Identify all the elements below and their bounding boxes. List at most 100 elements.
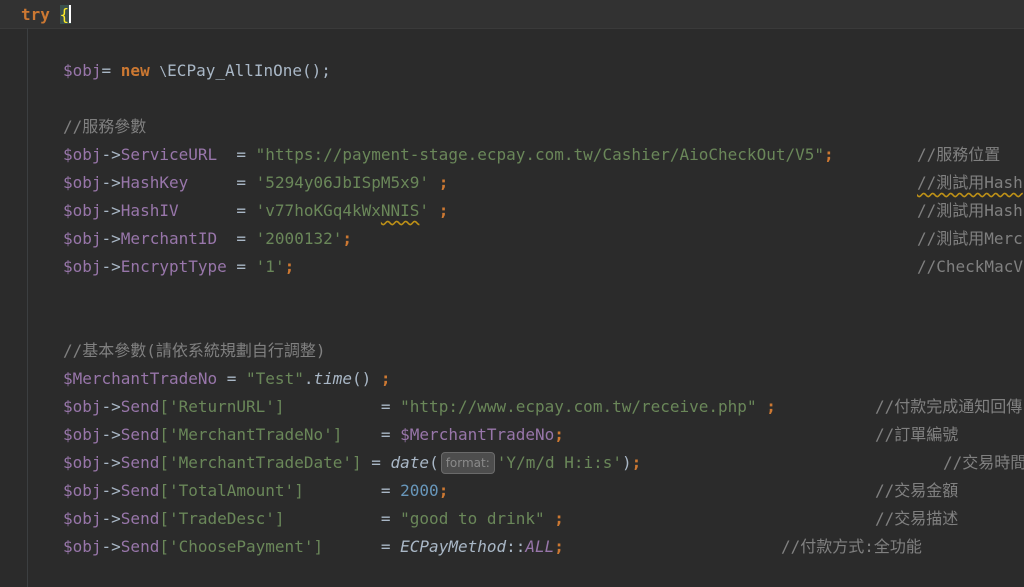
obj-variable: $obj <box>63 257 102 276</box>
semicolon: ; <box>756 397 776 416</box>
class-name: ECPayMethod <box>400 537 507 556</box>
code-editor[interactable]: try { $obj= new \ECPay_AllInOne(); //服務參… <box>0 0 1024 587</box>
comment-hash-key: //測試用Hash <box>917 173 1023 192</box>
obj-variable: $obj <box>63 453 102 472</box>
code-line-send-merchant-trade-no[interactable]: $obj->Send['MerchantTradeNo'] = $Merchan… <box>63 421 564 449</box>
code-line-encrypt-type[interactable]: $obj->EncryptType = '1'; <box>63 253 294 281</box>
code-line-send-trade-desc[interactable]: $obj->Send['TradeDesc'] = "good to drink… <box>63 505 564 533</box>
call-parens: (); <box>302 61 331 80</box>
code-line-trade-no[interactable]: $MerchantTradeNo = "Test".time() ; <box>63 365 391 393</box>
obj-variable: $obj <box>63 145 102 164</box>
arrow-op: -> <box>101 145 121 164</box>
code-line-send-total-amount[interactable]: $obj->Send['TotalAmount'] = 2000; <box>63 477 448 505</box>
array-key: ['TotalAmount'] <box>159 481 304 500</box>
arrow-op: -> <box>101 453 121 472</box>
property-name: HashKey <box>120 173 189 192</box>
obj-variable: $obj <box>63 229 102 248</box>
semicolon: ; <box>631 453 642 472</box>
comment-basic-params: //基本參數(請依系統規劃自行調整) <box>63 341 326 360</box>
code-line-send-choose-payment[interactable]: $obj->Send['ChoosePayment'] = ECPayMetho… <box>63 533 564 561</box>
code-line-send-trade-date[interactable]: $obj->Send['MerchantTradeDate'] = date(f… <box>63 449 641 477</box>
property-name: HashIV <box>120 201 179 220</box>
semicolon: ; <box>554 425 564 444</box>
code-line-send-return-url[interactable]: $obj->Send['ReturnURL'] = "http://www.ec… <box>63 393 776 421</box>
semicolon: ; <box>284 257 295 276</box>
code-line-obj-new[interactable]: $obj= new \ECPay_AllInOne(); <box>63 57 331 85</box>
namespace-backslash-icon: \ <box>159 65 168 80</box>
assign-op: = <box>226 257 256 276</box>
code-line-service-url[interactable]: $obj->ServiceURL = "https://payment-stag… <box>63 141 834 169</box>
comment-encrypt-type: //CheckMacV <box>917 257 1023 276</box>
semicolon: ; <box>429 201 449 220</box>
obj-variable: $obj <box>63 537 102 556</box>
arrow-op: -> <box>101 397 121 416</box>
comment-hash-iv: //測試用Hash <box>917 201 1023 220</box>
open-paren: ( <box>429 453 439 472</box>
function-name: time <box>313 369 352 388</box>
send-property: Send <box>120 481 160 500</box>
code-line-merchant-id[interactable]: $obj->MerchantID = '2000132'; <box>63 225 352 253</box>
call-parens: () <box>352 369 381 388</box>
string-value: "https://payment-stage.ecpay.com.tw/Cash… <box>255 145 824 164</box>
code-line-hash-iv[interactable]: $obj->HashIV = 'v77hoKGq4kWxNNIS' ; <box>63 197 448 225</box>
obj-variable: $obj <box>63 509 102 528</box>
arrow-op: -> <box>101 425 121 444</box>
string-value-part: ' <box>419 201 430 220</box>
trade-no-variable: $MerchantTradeNo <box>400 425 555 444</box>
string-value: '5294y06JbISpM5x9' <box>255 173 430 192</box>
arrow-op: -> <box>101 201 121 220</box>
string-value: 'Y/m/d H:i:s' <box>496 453 623 472</box>
try-keyword: try <box>21 5 50 24</box>
assign-op: = <box>217 229 256 248</box>
function-name: date <box>390 453 430 472</box>
send-property: Send <box>120 537 160 556</box>
semicolon: ; <box>544 509 564 528</box>
assign-op: = <box>303 481 401 500</box>
semicolon: ; <box>342 229 352 248</box>
assign-op: = <box>323 537 401 556</box>
property-name: EncryptType <box>120 257 227 276</box>
property-name: ServiceURL <box>120 145 218 164</box>
comment-merchant-id: //測試用Merc <box>917 229 1023 248</box>
arrow-op: -> <box>101 509 121 528</box>
send-property: Send <box>120 509 160 528</box>
semicolon: ; <box>438 481 449 500</box>
arrow-op: -> <box>101 229 121 248</box>
assign-op: = <box>361 453 391 472</box>
array-key: ['ReturnURL'] <box>159 397 285 416</box>
assign-op: = <box>101 61 121 80</box>
obj-variable: $obj <box>63 201 102 220</box>
indent-guide <box>27 28 28 587</box>
assign-op: = <box>217 145 256 164</box>
array-key: ['MerchantTradeNo'] <box>159 425 343 444</box>
property-name: MerchantID <box>120 229 218 248</box>
scope-op: :: <box>506 537 526 556</box>
comment-trade-desc: //交易描述 <box>875 509 959 528</box>
arrow-op: -> <box>101 481 121 500</box>
obj-variable: $obj <box>63 425 102 444</box>
semicolon: ; <box>554 537 564 556</box>
array-key: ['MerchantTradeDate'] <box>159 453 362 472</box>
arrow-op: -> <box>101 173 121 192</box>
obj-variable: $obj <box>63 61 102 80</box>
assign-op: = <box>188 173 256 192</box>
comment-service-url: //服務位置 <box>917 145 1001 164</box>
arrow-op: -> <box>101 257 121 276</box>
semicolon: ; <box>429 173 449 192</box>
comment-service-params: //服務參數 <box>63 117 147 136</box>
assign-op: = <box>178 201 256 220</box>
code-line-try[interactable]: try { <box>21 1 72 29</box>
open-brace: { <box>59 5 72 24</box>
obj-variable: $obj <box>63 173 102 192</box>
class-constant: ALL <box>525 537 555 556</box>
array-key: ['TradeDesc'] <box>159 509 285 528</box>
trade-no-variable: $MerchantTradeNo <box>63 369 218 388</box>
code-line-hash-key[interactable]: $obj->HashKey = '5294y06JbISpM5x9' ; <box>63 169 448 197</box>
current-line-highlight <box>0 0 1024 29</box>
number-value: 2000 <box>400 481 439 500</box>
text-cursor <box>69 5 72 23</box>
comment-total-amount: //交易金額 <box>875 481 959 500</box>
send-property: Send <box>120 397 160 416</box>
obj-variable: $obj <box>63 481 102 500</box>
